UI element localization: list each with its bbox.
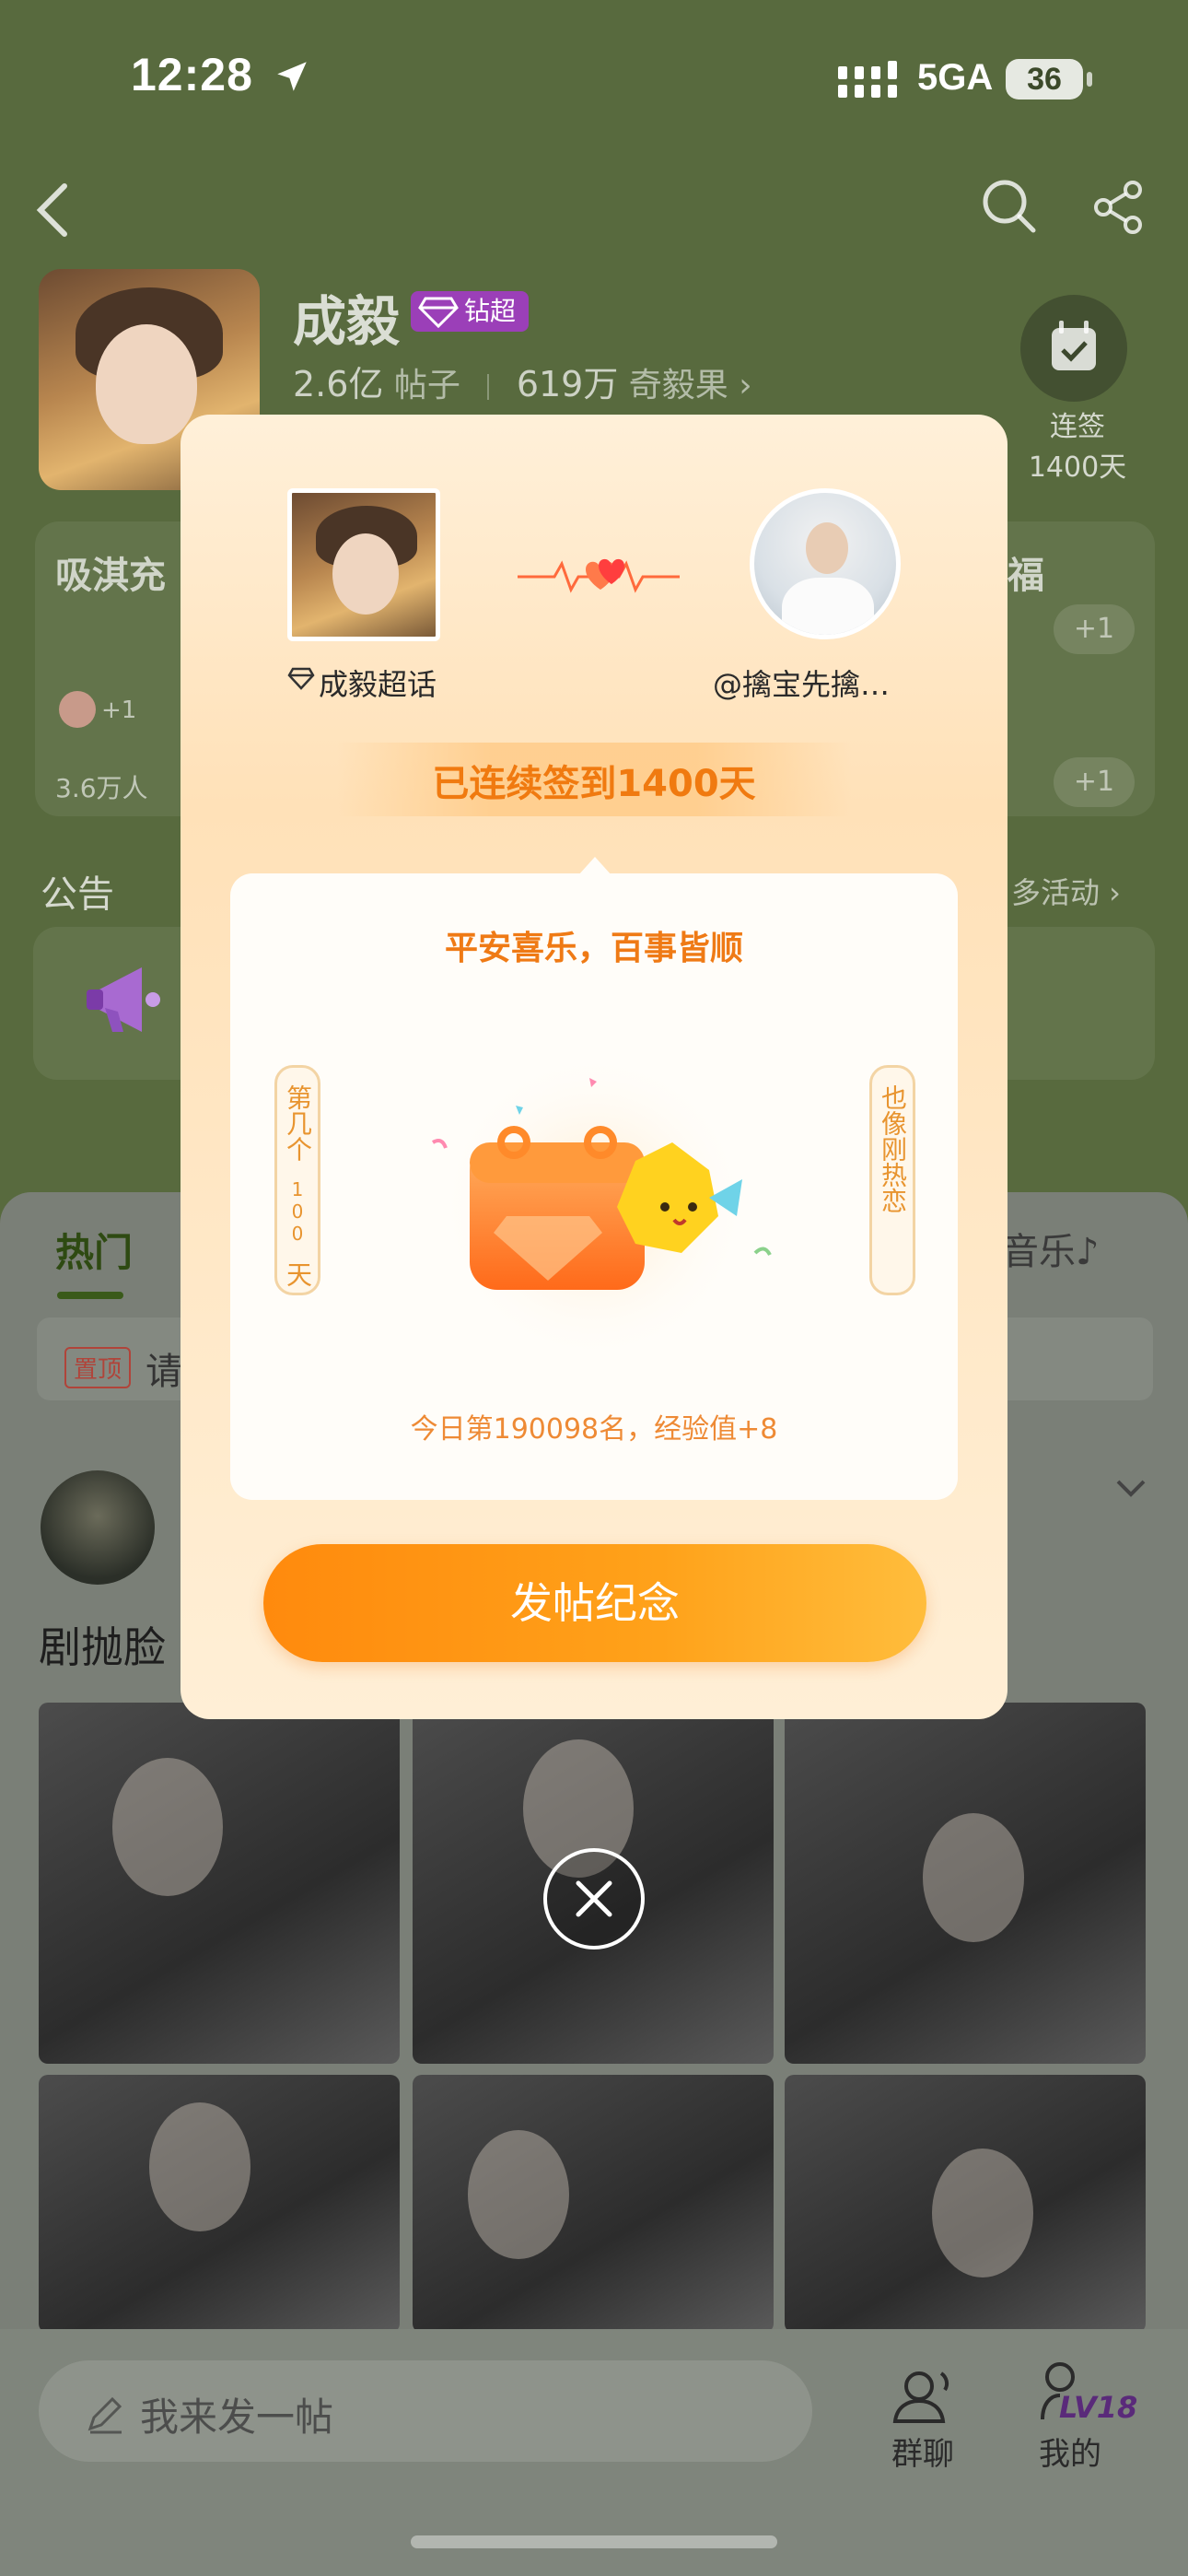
post-compose-placeholder: 我来发一帖: [140, 2395, 334, 2440]
mini-avatar: [59, 691, 96, 728]
chevron-right-icon: ›: [739, 367, 752, 404]
rank-experience-text: 今日第190098名，经验值+8: [410, 1413, 778, 1446]
streak-text: 已连续签到1400天: [432, 763, 756, 805]
close-modal-button[interactable]: [543, 1848, 645, 1950]
pencil-icon: [87, 2396, 122, 2434]
fans-count[interactable]: 619万: [517, 364, 619, 404]
announcement-label: 公告: [41, 873, 114, 916]
status-time: 12:28: [131, 49, 253, 100]
mini-plus-count: +1: [101, 697, 137, 724]
diamond-icon: [418, 297, 459, 328]
post-image[interactable]: [39, 2075, 400, 2333]
stats-divider: [487, 374, 490, 400]
back-arrow-icon[interactable]: [31, 181, 77, 240]
diamond-super-badge[interactable]: 钻超: [411, 291, 530, 332]
posts-label: 帖子: [393, 367, 460, 404]
post-title[interactable]: 剧抛脸: [39, 1614, 166, 1675]
share-icon[interactable]: [1090, 179, 1147, 236]
user-level: LV18: [1059, 2390, 1138, 2425]
posts-count: 2.6亿: [293, 364, 384, 404]
signal-icon: [838, 61, 897, 98]
battery-indicator: 36: [1006, 59, 1083, 100]
scroll-left: 第几个 100 天: [274, 1065, 320, 1295]
topic-stats: 2.6亿 帖子 619万 奇毅果 ›: [293, 356, 752, 406]
network-type: 5GA: [917, 57, 994, 98]
location-arrow-icon: [277, 62, 307, 91]
battery-tip: [1087, 72, 1092, 87]
super-topic-name: 成毅超话: [319, 667, 437, 702]
post-commemorate-button[interactable]: 发帖纪念: [263, 1544, 926, 1662]
pinned-post-title: 请: [146, 1351, 182, 1393]
checkin-streak-label: 连签 1400天: [1013, 407, 1142, 488]
tab-active-indicator: [57, 1292, 123, 1299]
badge-label: 钻超: [464, 296, 517, 326]
scroll-right-text: 也像刚热恋: [878, 1084, 908, 1213]
checkin-button[interactable]: [1020, 295, 1127, 402]
mine-label[interactable]: 我的: [1039, 2429, 1101, 2474]
scroll-right: 也像刚热恋: [869, 1065, 915, 1295]
group-chat-icon[interactable]: [888, 2364, 961, 2429]
post-image[interactable]: [785, 1703, 1146, 2064]
diamond-outline-icon: [287, 667, 315, 690]
post-image[interactable]: [39, 1703, 400, 2064]
user-avatar: [750, 488, 901, 639]
calendar-check-icon: [1052, 321, 1096, 370]
user-nickname: @擒宝先擒…: [713, 667, 891, 702]
post-image[interactable]: [413, 2075, 774, 2333]
card-pointer: [578, 857, 611, 875]
scroll-left-unit: 天: [283, 1261, 313, 1287]
blessing-text: 平安喜乐，百事皆顺: [444, 930, 743, 967]
plus-one-button[interactable]: +1: [1054, 757, 1135, 807]
tab-music[interactable]: 音乐♪: [1002, 1222, 1100, 1275]
fans-label[interactable]: 奇毅果: [629, 367, 728, 404]
checkin-label-days: 1400天: [1028, 451, 1127, 484]
post-image[interactable]: [785, 2075, 1146, 2333]
plus-one-button[interactable]: +1: [1054, 604, 1135, 654]
tab-hot[interactable]: 热门: [55, 1222, 133, 1278]
heartbeat-hearts-icon: [518, 558, 680, 593]
search-icon[interactable]: [980, 177, 1039, 236]
megaphone-icon: [87, 967, 160, 1032]
feature-card-right-title: 福: [1007, 555, 1044, 597]
pinned-tag: 置顶: [64, 1347, 132, 1388]
feature-card-left-title: 吸淇充: [55, 555, 166, 597]
status-bar: 12:28 5GA 36: [0, 0, 1188, 157]
more-activities-link[interactable]: 多活动 ›: [1011, 870, 1121, 912]
home-indicator: [411, 2535, 777, 2548]
people-count: 3.6万人: [55, 773, 148, 803]
group-chat-label[interactable]: 群聊: [891, 2429, 954, 2474]
checkin-calendar-mascot-icon: [428, 1041, 772, 1373]
post-author-avatar[interactable]: [41, 1470, 155, 1585]
scroll-left-text: 第几个: [283, 1084, 313, 1162]
scroll-left-number: 100: [286, 1178, 309, 1245]
topic-name: 成毅: [293, 290, 401, 353]
close-icon: [576, 1880, 612, 1917]
chevron-down-icon[interactable]: [1112, 1474, 1149, 1502]
super-topic-avatar: [287, 488, 440, 641]
checkin-label-top: 连签: [1050, 411, 1105, 443]
